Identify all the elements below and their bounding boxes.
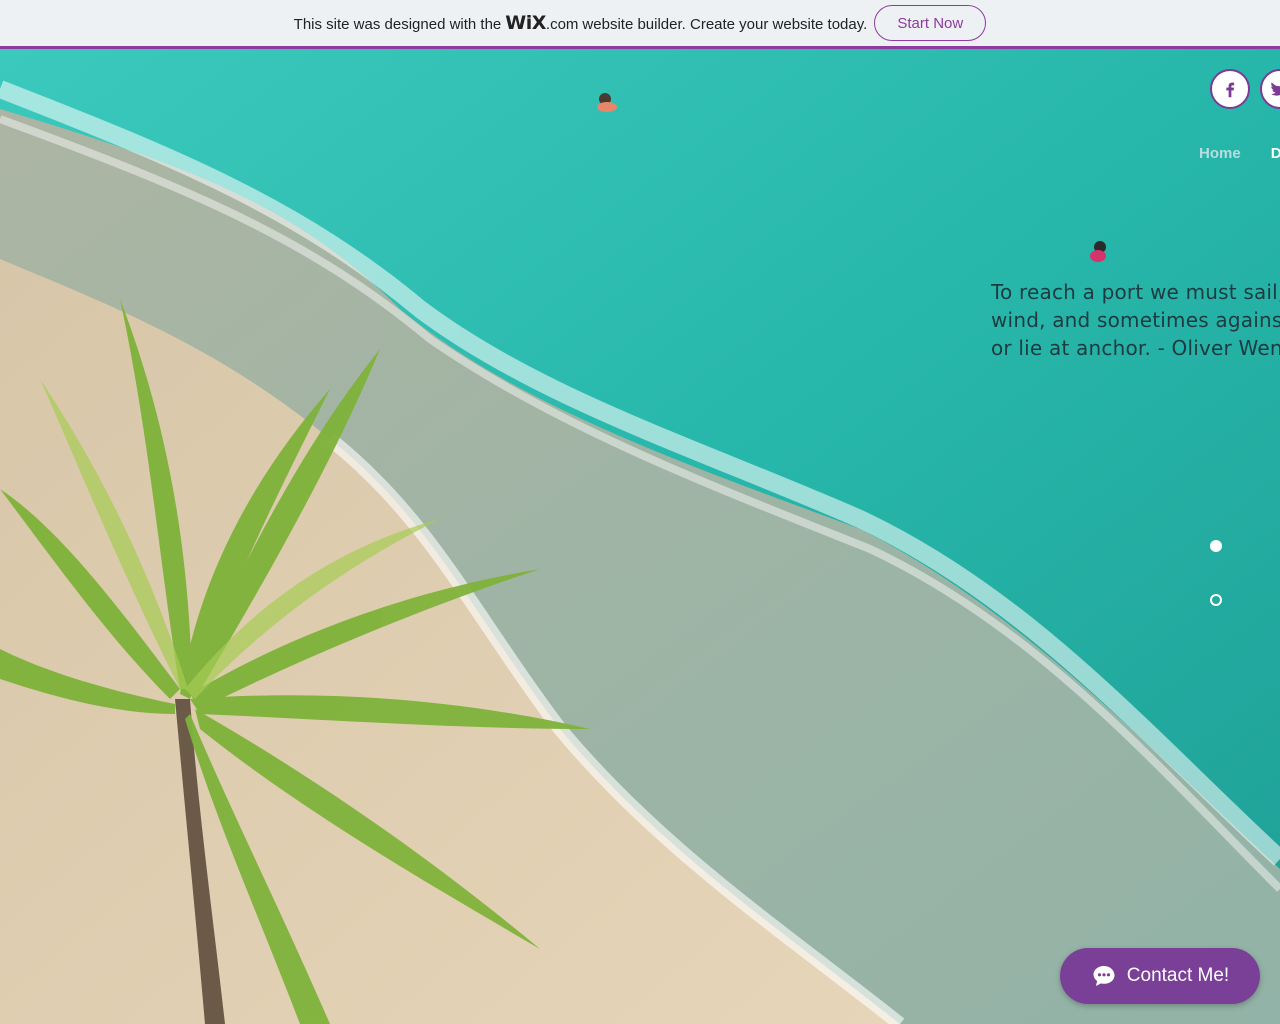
social-bar (1210, 69, 1280, 109)
wix-promo-banner: This site was designed with the WiX .com… (0, 0, 1280, 49)
main-nav: Home D (1199, 145, 1280, 162)
banner-text-after: website builder. Create your website tod… (582, 16, 868, 33)
contact-chat-button[interactable]: Contact Me! (1060, 948, 1260, 1004)
twitter-icon (1270, 82, 1280, 96)
anchor-dot-active[interactable] (1210, 540, 1222, 552)
nav-item-second[interactable]: D (1271, 145, 1280, 162)
page: This site was designed with the WiX .com… (0, 0, 1280, 1024)
banner-text-before: This site was designed with the (293, 16, 502, 33)
contact-chat-label: Contact Me! (1126, 965, 1230, 986)
wix-logo: WiX (505, 12, 546, 34)
beach-background-image (0, 49, 1280, 1024)
chat-bubble-icon (1093, 966, 1115, 986)
start-now-button[interactable]: Start Now (874, 5, 987, 41)
anchor-dot[interactable] (1210, 594, 1222, 606)
wix-logo-suffix: .com (545, 16, 579, 33)
quote-line: wind, and sometimes against it (991, 308, 1280, 332)
facebook-icon (1226, 82, 1235, 98)
wix-banner-message: This site was designed with the WiX .com… (294, 12, 868, 34)
quote-line: or lie at anchor. - Oliver Wende (991, 336, 1280, 360)
twitter-link[interactable] (1260, 69, 1280, 109)
hero-quote: To reach a port we must sail, so wind, a… (991, 278, 1280, 362)
nav-item-home[interactable]: Home (1199, 145, 1241, 162)
quote-line: To reach a port we must sail, so (991, 280, 1280, 304)
facebook-link[interactable] (1210, 69, 1250, 109)
